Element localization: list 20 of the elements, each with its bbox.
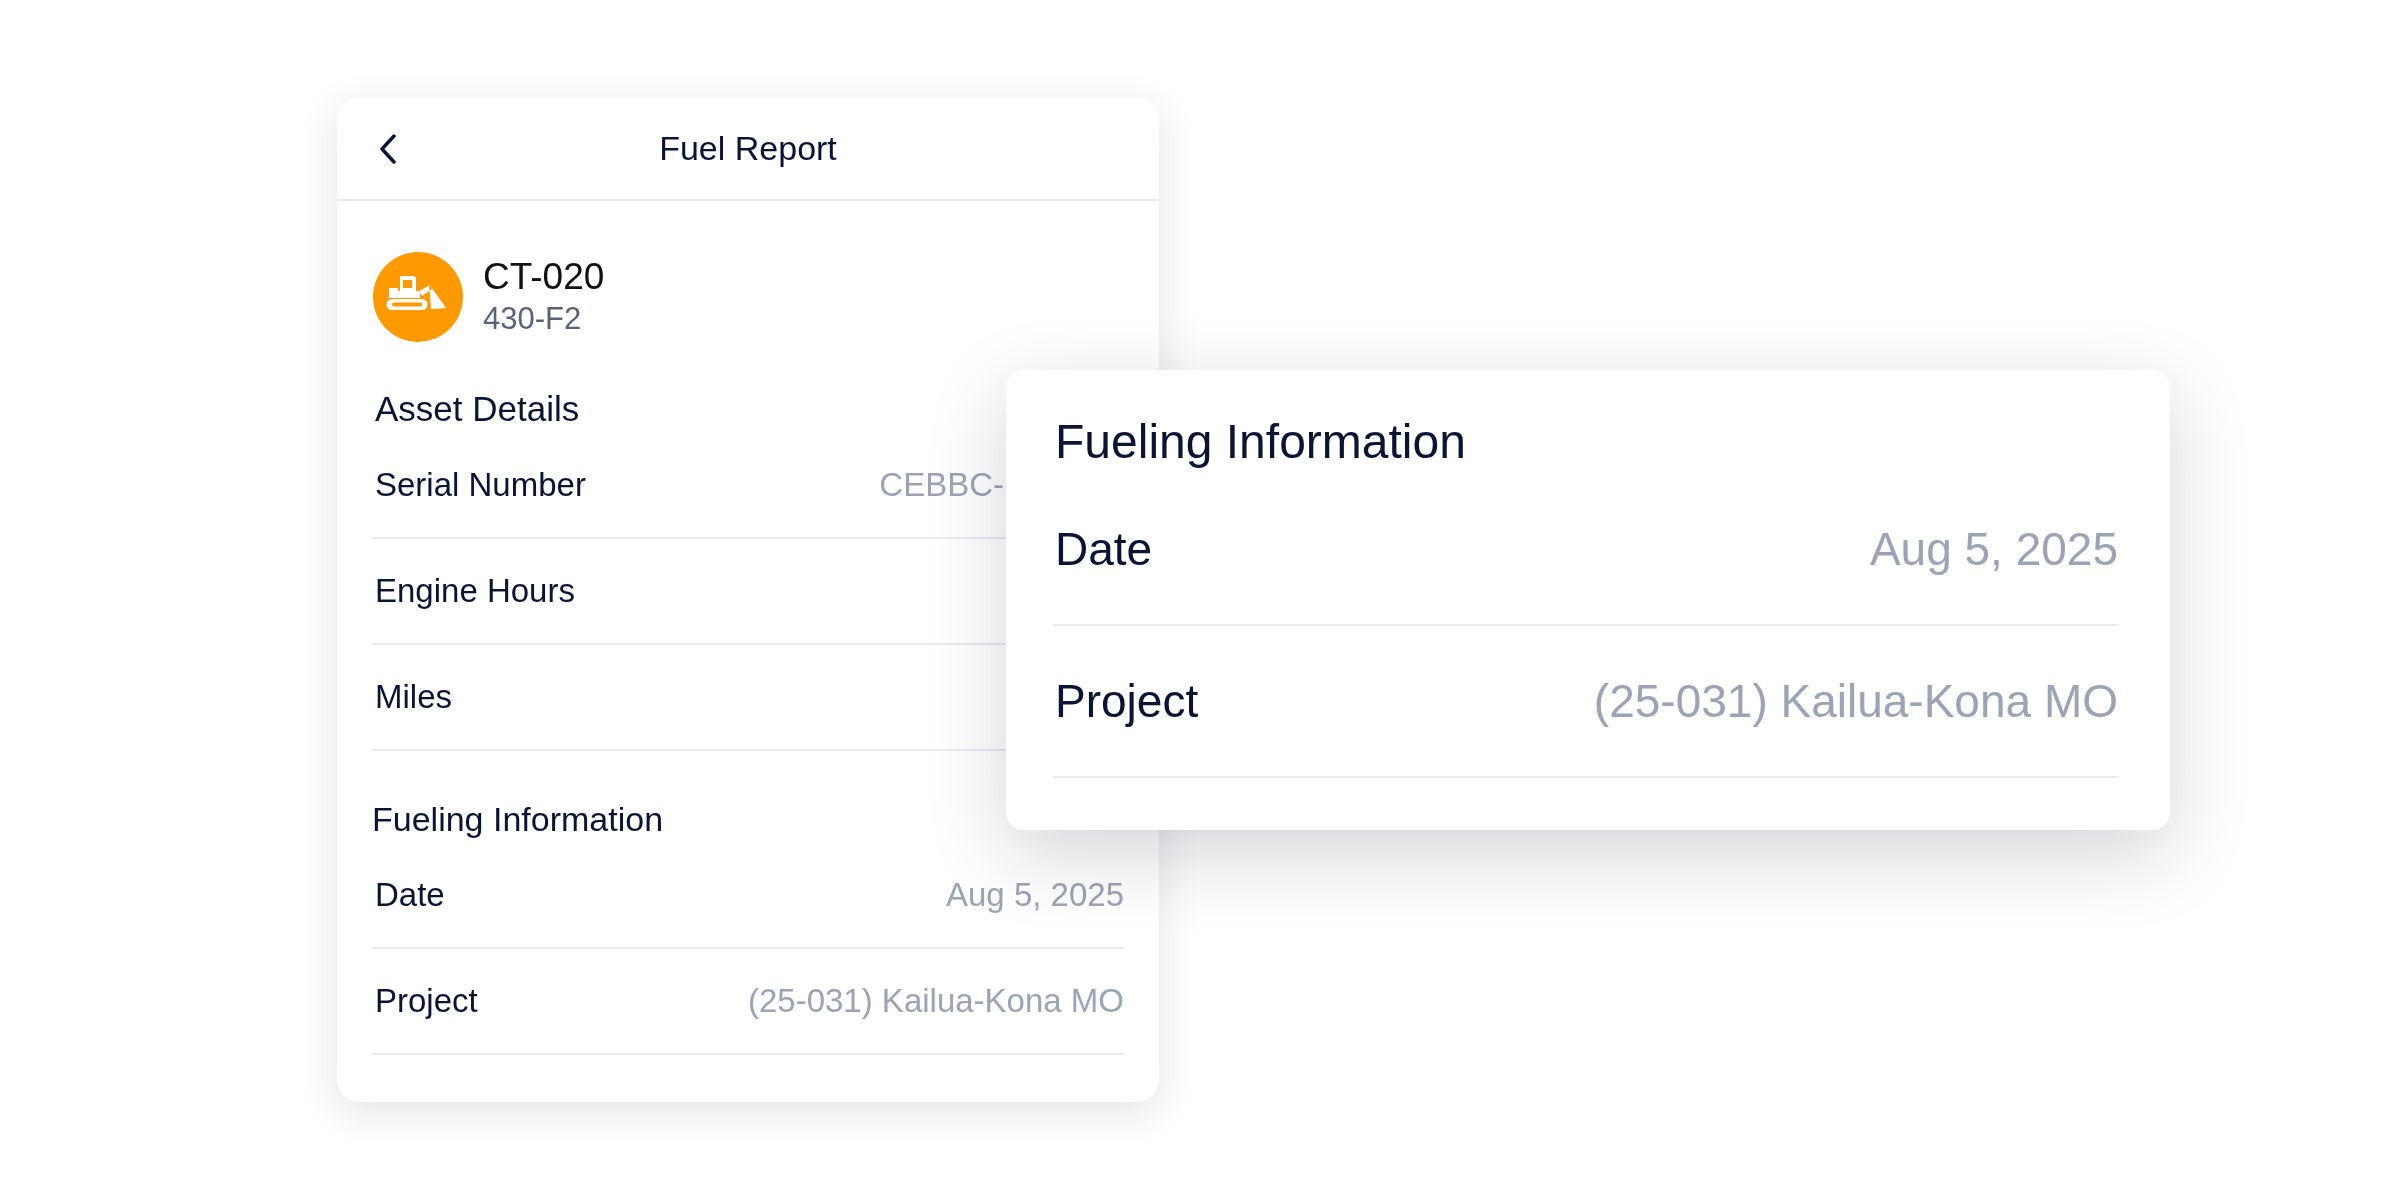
- section-title: Fueling Information: [1054, 414, 1466, 470]
- field-value: CEBBC-: [879, 465, 1004, 506]
- field-label: Project: [1054, 673, 1199, 729]
- field-label: Date: [374, 875, 445, 916]
- field-label: Date: [1054, 521, 1153, 577]
- field-value: (25-031) Kailua-Kona MO: [747, 981, 1124, 1022]
- field-label: Project: [374, 981, 478, 1022]
- section-title: Fueling Information: [372, 798, 664, 840]
- field-label: Serial Number: [374, 465, 586, 506]
- bulldozer-icon: [373, 252, 463, 342]
- asset-name: CT-020: [483, 255, 605, 299]
- field-value: (25-031) Kailua-Kona MO: [1593, 673, 2118, 729]
- field-value: Aug 5, 2025: [1869, 521, 2118, 577]
- chevron-left-icon: [379, 134, 397, 164]
- asset-code: 430-F2: [483, 300, 583, 338]
- field-label: Engine Hours: [374, 571, 575, 612]
- screen-title: Fuel Report: [659, 128, 837, 169]
- section-title: Asset Details: [374, 387, 580, 430]
- field-label: Miles: [374, 677, 452, 718]
- field-value: Aug 5, 2025: [946, 875, 1124, 916]
